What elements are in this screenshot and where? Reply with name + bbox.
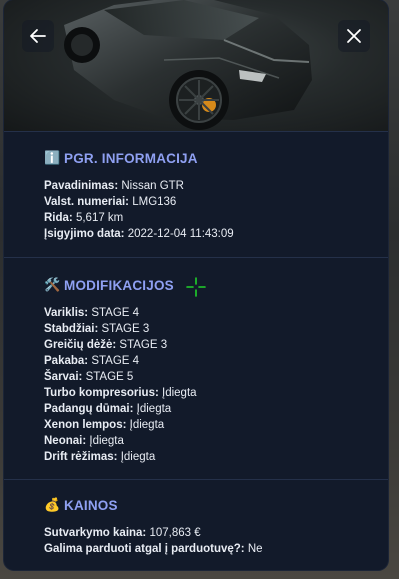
mod-row-tire-smoke: Padangų dūmai: Įdiegta (44, 403, 172, 415)
info-section: ℹ️ PGR. INFORMACIJA Pavadinimas: Nissan … (4, 131, 388, 257)
info-row-name: Pavadinimas: Nissan GTR (44, 180, 184, 192)
prices-title-label: KAINOS (64, 497, 118, 513)
crosshair-icon (186, 277, 206, 297)
info-row-plate: Valst. numeriai: LMG136 (44, 196, 177, 208)
arrow-left-icon (30, 29, 46, 43)
mod-row-brakes: Stabdžiai: STAGE 3 (44, 323, 150, 335)
mod-row-transmission: Greičių dėžė: STAGE 3 (44, 339, 168, 351)
mod-row-turbo: Turbo kompresorius: Įdiegta (44, 387, 197, 399)
prices-section-title: 💰 KAINOS (44, 497, 388, 513)
info-icon: ℹ️ (44, 150, 61, 165)
back-button[interactable] (22, 20, 54, 52)
vehicle-image (4, 0, 388, 131)
mods-title-label: MODIFIKACIJOS (64, 277, 174, 293)
money-bag-icon: 💰 (44, 497, 61, 512)
price-row-sellback: Galima parduoti atgal į parduotuvę?: Ne (44, 543, 263, 555)
info-title-label: PGR. INFORMACIJA (64, 150, 198, 166)
mod-row-armor: Šarvai: STAGE 5 (44, 371, 134, 383)
info-section-title: ℹ️ PGR. INFORMACIJA (44, 150, 388, 166)
mod-row-suspension: Pakaba: STAGE 4 (44, 355, 140, 367)
close-icon (347, 29, 361, 43)
mod-row-xenon: Xenon lempos: Įdiegta (44, 419, 165, 431)
mod-row-neons: Neonai: Įdiegta (44, 435, 124, 447)
close-button[interactable] (338, 20, 370, 52)
info-row-mileage: Rida: 5,617 km (44, 212, 124, 224)
mod-row-engine: Variklis: STAGE 4 (44, 307, 140, 319)
prices-section: 💰 KAINOS Sutvarkymo kaina: 107,863 € Gal… (4, 479, 388, 570)
price-row-repair: Sutvarkymo kaina: 107,863 € (44, 527, 201, 539)
car-image (64, 0, 312, 130)
mods-section-title: 🛠️ MODIFIKACIJOS (44, 277, 388, 293)
mod-row-drift: Drift rėžimas: Įdiegta (44, 451, 156, 463)
tools-icon: 🛠️ (44, 277, 61, 292)
info-row-purchase-date: Įsigyjimo data: 2022-12-04 11:43:09 (44, 228, 234, 240)
